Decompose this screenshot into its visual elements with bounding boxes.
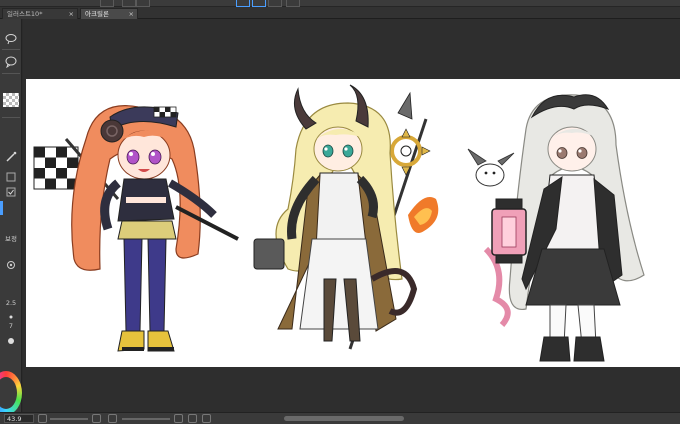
brush-opacity-value: 7 [8,322,14,330]
reset-icon[interactable] [188,414,197,423]
close-icon[interactable]: × [69,9,74,19]
close-icon[interactable]: × [129,9,134,19]
lantern-icon [491,198,527,264]
canvas-paper[interactable] [26,79,680,367]
left-toolbar: 보정 2.5 7 [0,19,22,415]
toolbar-button-icon[interactable] [122,0,136,7]
flip-icon[interactable] [202,414,211,423]
dot-icon[interactable] [3,333,19,348]
toolbar-button-icon[interactable] [136,0,150,7]
horizontal-scrollbar[interactable] [284,416,404,421]
toolbar-button-icon[interactable] [286,0,300,7]
rotate-slider[interactable] [122,418,170,420]
toolbar-button-icon[interactable] [236,0,250,7]
artwork [33,84,645,362]
top-toolbar [0,0,680,7]
zoom-in-icon[interactable] [92,414,101,423]
brush-icon[interactable] [3,149,19,164]
brush-size-value: 2.5 [5,299,17,307]
tab-illustration[interactable]: 일러스트10* × [2,8,78,19]
settings-icon[interactable] [3,257,19,272]
lantern-girl [467,94,645,362]
horned-staff-girl [253,84,439,350]
document-tab-bar: 일러스트10* × 아크릴론 × [0,7,680,19]
side-label: 보정 [5,235,17,243]
transparent-color-swatch[interactable] [3,93,19,107]
bird-icon [467,148,515,187]
fit-icon[interactable] [108,414,117,423]
zoom-slider[interactable] [50,418,88,420]
status-bar: 43.9 [0,412,680,424]
toolbar-button-icon[interactable] [252,0,266,7]
racing-flag-girl [33,105,239,352]
canvas-workspace[interactable] [23,19,680,412]
tab-label: 아크릴론 [85,10,109,18]
checkbox-icon[interactable] [3,184,19,199]
checkbox-icon[interactable] [3,169,19,184]
speech-bubble-icon[interactable] [3,54,19,69]
app-window: 일러스트10* × 아크릴론 × 보정 2.5 7 43.9 [0,0,680,424]
zoom-level-field[interactable]: 43.9 [4,414,34,423]
lasso-icon[interactable] [3,31,19,46]
toolbar-button-icon[interactable] [100,0,114,7]
tab-label: 일러스트10* [7,10,43,18]
color-wheel-icon[interactable] [0,371,22,415]
selection-indicator [0,201,3,215]
rotate-icon[interactable] [174,414,183,423]
toolbar-button-icon[interactable] [268,0,282,7]
zoom-out-icon[interactable] [38,414,47,423]
tab-acrylic[interactable]: 아크릴론 × [80,8,138,19]
